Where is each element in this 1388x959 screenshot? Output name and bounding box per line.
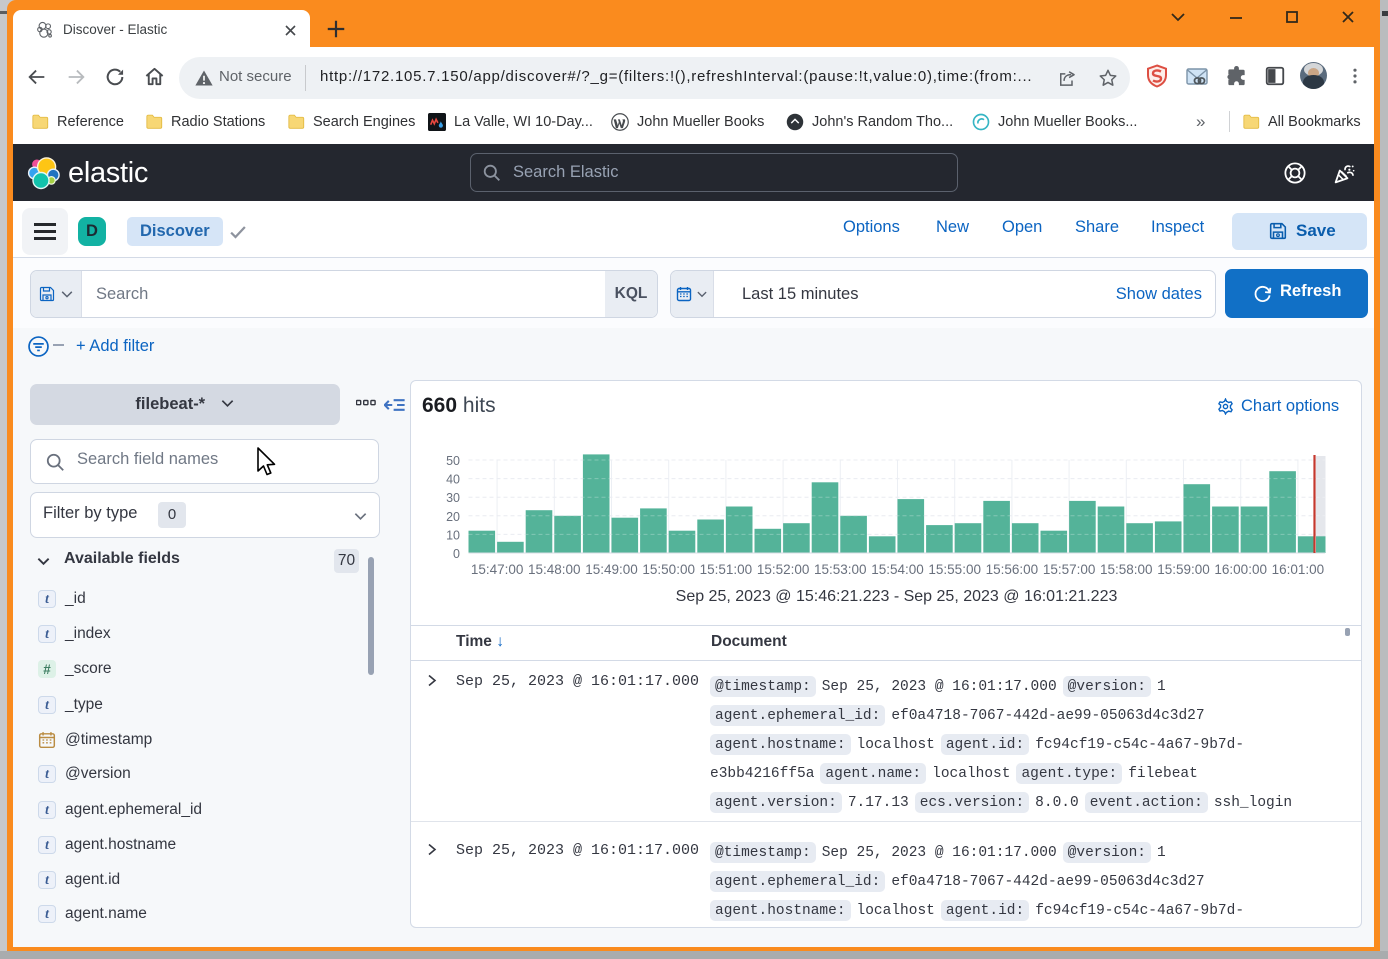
svg-text:50: 50 [446,454,460,468]
svg-text:20: 20 [446,510,460,524]
svg-text:15:55:00: 15:55:00 [928,562,981,577]
svg-text:30: 30 [446,491,460,505]
svg-text:15:58:00: 15:58:00 [1100,562,1153,577]
svg-text:16:00:00: 16:00:00 [1214,562,1267,577]
svg-text:15:47:00: 15:47:00 [471,562,524,577]
svg-text:15:59:00: 15:59:00 [1157,562,1210,577]
svg-text:15:50:00: 15:50:00 [642,562,695,577]
svg-text:15:54:00: 15:54:00 [871,562,924,577]
svg-text:40: 40 [446,473,460,487]
svg-text:15:57:00: 15:57:00 [1043,562,1096,577]
svg-text:15:52:00: 15:52:00 [757,562,810,577]
svg-text:15:53:00: 15:53:00 [814,562,867,577]
svg-text:16:01:00: 16:01:00 [1272,562,1325,577]
svg-text:15:51:00: 15:51:00 [700,562,753,577]
svg-text:15:49:00: 15:49:00 [585,562,638,577]
svg-text:15:48:00: 15:48:00 [528,562,581,577]
svg-text:15:56:00: 15:56:00 [986,562,1039,577]
svg-text:10: 10 [446,528,460,542]
svg-text:0: 0 [453,547,460,561]
